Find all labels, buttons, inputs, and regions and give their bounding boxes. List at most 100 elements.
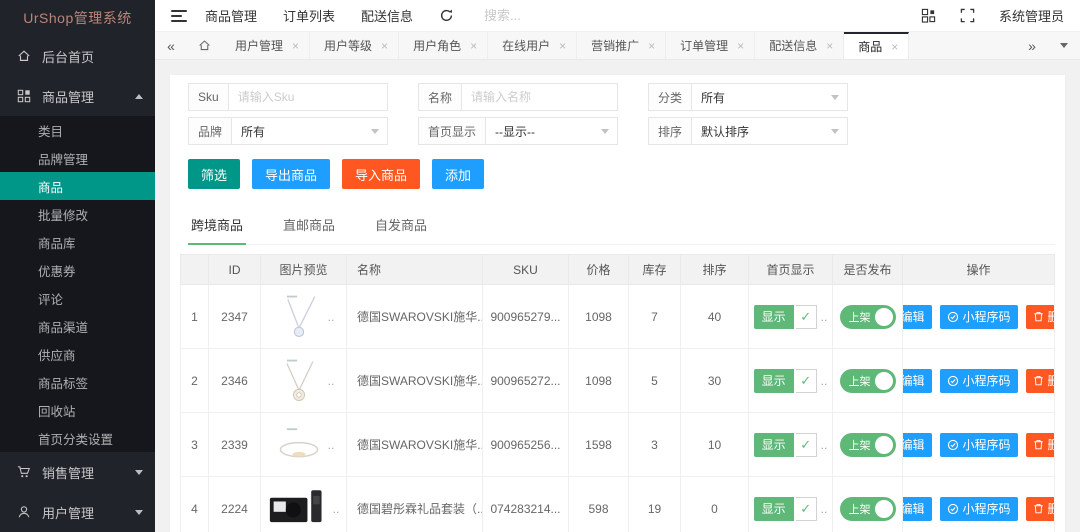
miniprogram-code-button[interactable]: 小程序码	[940, 369, 1018, 393]
tabs-scroll-left-icon[interactable]: «	[155, 32, 187, 59]
sidebar-subitem-product-library[interactable]: 商品库	[0, 228, 155, 256]
miniprogram-code-button[interactable]: 小程序码	[940, 305, 1018, 329]
tabs-menu-icon[interactable]	[1048, 32, 1080, 59]
home-display-select[interactable]: --显示--	[486, 118, 617, 144]
close-icon[interactable]: ×	[292, 39, 299, 53]
topnav-product-management[interactable]: 商品管理	[205, 6, 257, 25]
product-stock: 3	[629, 413, 681, 477]
sidebar-subitem-reviews[interactable]: 评论	[0, 284, 155, 312]
close-icon[interactable]: ×	[559, 39, 566, 53]
ellipsis-text: ..	[328, 438, 335, 452]
tab-cross-border-products[interactable]: 跨境商品	[188, 209, 246, 245]
publish-toggle[interactable]: 上架	[840, 369, 896, 393]
sidebar-item-home[interactable]: 后台首页	[0, 36, 155, 76]
topnav-delivery-info[interactable]: 配送信息	[361, 6, 413, 25]
tab-online-users[interactable]: 在线用户×	[488, 32, 577, 59]
delete-button[interactable]: 删除	[1026, 433, 1055, 457]
edit-button[interactable]: 编辑	[903, 497, 932, 521]
product-image-necklace-pendant[interactable]	[273, 292, 325, 342]
admin-user-menu[interactable]: 系统管理员	[999, 6, 1064, 25]
tab-direct-mail-products[interactable]: 直邮商品	[280, 209, 338, 244]
edit-button[interactable]: 编辑	[903, 305, 932, 329]
sidebar-group-sales-management[interactable]: 销售管理	[0, 452, 155, 492]
product-price: 1098	[569, 349, 629, 413]
sku-filter-label: Sku	[189, 84, 229, 110]
col-rownum	[181, 255, 209, 285]
tab-delivery-info[interactable]: 配送信息 ×	[755, 32, 844, 59]
sort-select[interactable]: 默认排序	[692, 118, 847, 144]
product-image-necklace-round[interactable]	[273, 356, 325, 406]
search-input[interactable]	[484, 8, 614, 23]
tab-self-shipped-products[interactable]: 自发商品	[372, 209, 430, 244]
import-products-button[interactable]: 导入商品	[342, 159, 420, 189]
topnav-order-list[interactable]: 订单列表	[283, 6, 335, 25]
layout-grid-icon[interactable]	[921, 8, 936, 23]
tab-user-level[interactable]: 用户等级×	[310, 32, 399, 59]
sidebar-subitem-coupons[interactable]: 优惠券	[0, 256, 155, 284]
edit-button[interactable]: 编辑	[903, 369, 932, 393]
publish-toggle[interactable]: 上架	[840, 497, 896, 521]
category-select[interactable]: 所有	[692, 84, 847, 110]
add-button[interactable]: 添加	[432, 159, 484, 189]
delete-label: 删除	[1048, 436, 1055, 453]
delete-button[interactable]: 删除	[1026, 497, 1055, 521]
global-search[interactable]	[484, 8, 614, 23]
collapse-menu-icon[interactable]	[171, 10, 187, 22]
display-checkbox-label[interactable]: 显示	[754, 369, 794, 393]
sidebar-subitem-categories[interactable]: 类目	[0, 116, 155, 144]
close-icon[interactable]: ×	[826, 39, 833, 53]
close-icon[interactable]: ×	[648, 39, 655, 53]
miniprogram-code-label: 小程序码	[963, 436, 1011, 453]
tab-home-icon[interactable]	[187, 32, 221, 59]
close-icon[interactable]: ×	[470, 39, 477, 53]
refresh-icon[interactable]	[439, 8, 454, 23]
sidebar-subitem-batch-edit[interactable]: 批量修改	[0, 200, 155, 228]
display-checkbox-label[interactable]: 显示	[754, 433, 794, 457]
tab-user-management[interactable]: 用户管理×	[221, 32, 310, 59]
display-checkbox-check-icon[interactable]: ✓	[796, 497, 817, 521]
sidebar-subitem-product-channels[interactable]: 商品渠道	[0, 312, 155, 340]
delete-button[interactable]: 删除	[1026, 369, 1055, 393]
name-input[interactable]	[471, 90, 595, 104]
close-icon[interactable]: ×	[381, 39, 388, 53]
product-id: 2339	[209, 413, 261, 477]
publish-toggle[interactable]: 上架	[840, 305, 896, 329]
tab-order-management[interactable]: 订单管理×	[666, 32, 755, 59]
miniprogram-code-button[interactable]: 小程序码	[940, 433, 1018, 457]
miniprogram-code-button[interactable]: 小程序码	[940, 497, 1018, 521]
ellipsis-text: ..	[328, 310, 335, 324]
sku-input[interactable]	[238, 90, 365, 104]
sidebar-subitem-product-tags[interactable]: 商品标签	[0, 368, 155, 396]
display-checkbox-label[interactable]: 显示	[754, 497, 794, 521]
fullscreen-icon[interactable]	[960, 8, 975, 23]
delete-button[interactable]: 删除	[1026, 305, 1055, 329]
tab-products[interactable]: 商品×	[844, 32, 909, 59]
close-icon[interactable]: ×	[737, 39, 744, 53]
sidebar-subitem-recycle-bin[interactable]: 回收站	[0, 396, 155, 424]
product-price: 598	[569, 477, 629, 532]
close-icon[interactable]: ×	[891, 40, 898, 54]
sidebar-subitem-suppliers[interactable]: 供应商	[0, 340, 155, 368]
display-checkbox-label[interactable]: 显示	[754, 305, 794, 329]
filter-button[interactable]: 筛选	[188, 159, 240, 189]
topnav: 商品管理 订单列表 配送信息	[205, 6, 413, 25]
tab-label: 配送信息	[769, 37, 817, 54]
publish-toggle[interactable]: 上架	[840, 433, 896, 457]
edit-button[interactable]: 编辑	[903, 433, 932, 457]
tab-user-role[interactable]: 用户角色×	[399, 32, 488, 59]
tab-marketing[interactable]: 营销推广×	[577, 32, 666, 59]
trash-icon	[1033, 311, 1044, 322]
brand-select[interactable]: 所有	[232, 118, 387, 144]
export-products-button[interactable]: 导出商品	[252, 159, 330, 189]
sidebar-subitem-products[interactable]: 商品	[0, 172, 155, 200]
sidebar-group-user-management[interactable]: 用户管理	[0, 492, 155, 532]
sidebar-subitem-home-category-settings[interactable]: 首页分类设置	[0, 424, 155, 452]
display-checkbox-check-icon[interactable]: ✓	[796, 369, 817, 393]
tabs-scroll-right-icon[interactable]: »	[1016, 32, 1048, 59]
sidebar-group-product-management[interactable]: 商品管理	[0, 76, 155, 116]
product-image-bracelet[interactable]	[273, 420, 325, 470]
display-checkbox-check-icon[interactable]: ✓	[796, 433, 817, 457]
display-checkbox-check-icon[interactable]: ✓	[796, 305, 817, 329]
sidebar-subitem-brand-management[interactable]: 品牌管理	[0, 144, 155, 172]
product-image-gift-set[interactable]	[268, 485, 330, 532]
